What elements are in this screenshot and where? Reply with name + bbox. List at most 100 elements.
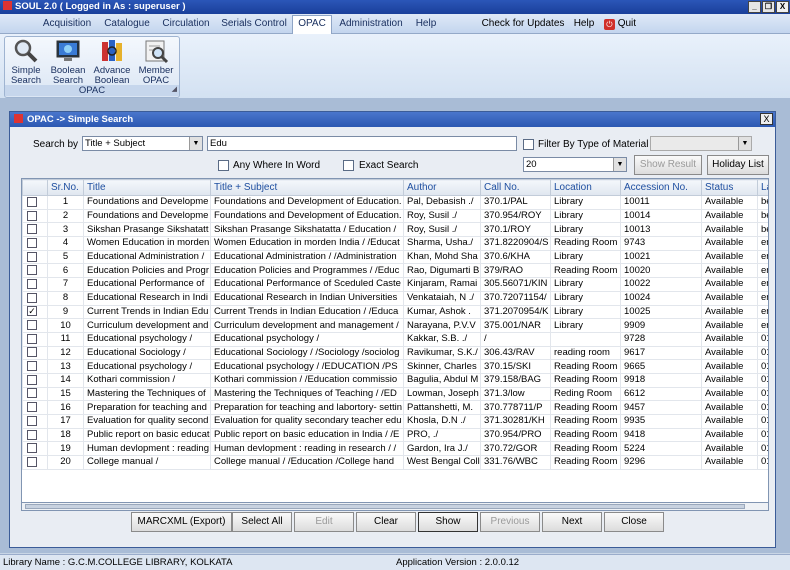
table-row[interactable]: 15 Mastering the Techniques of Mastering t…	[22, 386, 768, 402]
filter-type-checkbox[interactable]	[523, 139, 534, 150]
table-row[interactable]: 8 Educational Research in Indi Educational…	[22, 290, 768, 306]
status-cell: Available	[701, 400, 758, 415]
table-row[interactable]: 3 Sikshan Prasange Sikshatatt Sikshan Pras…	[22, 222, 768, 238]
table-row[interactable]: ✓ 9 Current Trends in Indian Edu Current Tr…	[22, 304, 768, 320]
status-cell: Available	[701, 414, 758, 429]
col-author[interactable]: Author	[403, 179, 481, 196]
any-where-checkbox[interactable]	[218, 160, 229, 171]
material-type-select[interactable]: ▼	[650, 136, 752, 151]
dialog-launcher-icon[interactable]: ◢	[172, 84, 177, 95]
call-no-cell: 370.778711/P	[480, 400, 551, 415]
table-row[interactable]: 16 Preparation for teaching and Preparatio…	[22, 400, 768, 415]
row-checkbox[interactable]	[27, 347, 37, 358]
row-checkbox[interactable]	[27, 224, 37, 235]
help-button[interactable]: Help	[570, 16, 598, 34]
tab-serials-control[interactable]: Serials Control	[218, 16, 290, 34]
next-button[interactable]: Next	[542, 512, 602, 532]
show-button[interactable]: Show	[418, 512, 478, 532]
check-updates-button[interactable]: Check for Updates	[478, 16, 568, 34]
tab-opac[interactable]: OPAC	[292, 15, 332, 35]
row-checkbox[interactable]	[27, 210, 37, 221]
table-row[interactable]: 2 Foundations and Developme Foundations an…	[22, 208, 768, 224]
boolean-search-button[interactable]: Boolean Search	[47, 38, 89, 86]
tab-acquisition[interactable]: Acquisition	[36, 16, 98, 34]
row-checkbox[interactable]	[27, 320, 37, 331]
table-row[interactable]: 7 Educational Performance of Educational P…	[22, 277, 768, 292]
previous-button[interactable]: Previous	[480, 512, 540, 532]
table-row[interactable]: 20 College manual / College manual / /Educ…	[22, 455, 768, 470]
row-select-cell	[22, 290, 48, 306]
member-opac-button[interactable]: Member OPAC	[135, 38, 177, 86]
advance-boolean-button[interactable]: Advance Boolean	[91, 38, 133, 86]
tab-administration[interactable]: Administration	[336, 16, 406, 34]
chevron-down-icon: ▼	[613, 158, 626, 171]
restore-button[interactable]: ❐	[762, 1, 775, 13]
row-checkbox[interactable]	[27, 415, 37, 426]
quit-button[interactable]: ⏻ Quit	[600, 16, 640, 34]
col-status[interactable]: Status	[701, 179, 758, 196]
select-all-button[interactable]: Select All	[232, 512, 292, 532]
table-row[interactable]: 11 Educational psychology / Educational ps…	[22, 331, 768, 347]
monitor-globe-icon	[56, 40, 80, 61]
row-checkbox[interactable]	[27, 374, 37, 385]
table-row[interactable]: 5 Educational Administration / Educational…	[22, 249, 768, 265]
col-select	[22, 179, 48, 196]
tab-catalogue[interactable]: Catalogue	[100, 16, 154, 34]
row-checkbox[interactable]	[27, 429, 37, 440]
status-cell: Available	[701, 386, 758, 402]
clear-button[interactable]: Clear	[356, 512, 416, 532]
table-row[interactable]: 6 Education Policies and Progr Education P…	[22, 263, 768, 279]
row-checkbox[interactable]	[27, 333, 37, 344]
row-checkbox[interactable]	[27, 361, 37, 372]
row-select-cell	[22, 222, 48, 238]
result-count-select[interactable]: 20 ▼	[523, 157, 627, 172]
col-location[interactable]: Location	[550, 179, 621, 196]
col-accession-no[interactable]: Accession No.	[620, 179, 702, 196]
search-text-input[interactable]: Edu	[207, 136, 517, 151]
table-row[interactable]: 18 Public report on basic educat Public re…	[22, 427, 768, 443]
show-result-button[interactable]: Show Result	[634, 155, 702, 175]
table-row[interactable]: 19 Human devlopment : reading Human devlop…	[22, 441, 768, 457]
table-row[interactable]: 10 Curriculum development and Curriculum d…	[22, 318, 768, 333]
table-row[interactable]: 1 Foundations and Developme Foundations an…	[22, 195, 768, 210]
edit-button[interactable]: Edit	[294, 512, 354, 532]
close-search-window-button[interactable]: X	[760, 113, 773, 125]
col-title[interactable]: Title	[83, 179, 211, 196]
row-checkbox[interactable]	[27, 443, 37, 454]
col-sr-no[interactable]: Sr.No.	[47, 179, 84, 196]
row-checkbox[interactable]	[27, 251, 37, 262]
row-checkbox[interactable]	[27, 196, 37, 207]
row-checkbox[interactable]	[27, 278, 37, 289]
row-checkbox[interactable]	[27, 388, 37, 399]
title-subject-cell: Preparation for teaching and labortory- …	[210, 400, 404, 415]
row-checkbox[interactable]	[27, 292, 37, 303]
close-window-button[interactable]: X	[776, 1, 789, 13]
row-checkbox[interactable]	[27, 402, 37, 413]
col-language[interactable]: La	[757, 179, 768, 196]
scrollbar-thumb[interactable]	[25, 504, 745, 509]
row-checkbox[interactable]	[27, 237, 37, 248]
minimize-button[interactable]: _	[748, 1, 761, 13]
horizontal-scrollbar[interactable]	[21, 503, 769, 511]
table-row[interactable]: 14 Kothari commission / Kothari commission…	[22, 372, 768, 388]
table-row[interactable]: 12 Educational Sociology / Educational Soc…	[22, 345, 768, 361]
row-checkbox[interactable]	[27, 265, 37, 276]
tab-circulation[interactable]: Circulation	[158, 16, 214, 34]
table-row[interactable]: 4 Women Education in morden Women Educatio…	[22, 236, 768, 251]
tab-help[interactable]: Help	[410, 16, 442, 34]
title-subject-cell: Educational psychology /	[210, 331, 404, 347]
holiday-list-button[interactable]: Holiday List	[707, 155, 769, 175]
table-row[interactable]: 13 Educational psychology / Educational ps…	[22, 359, 768, 374]
author-cell: PRO, ./	[403, 427, 481, 443]
col-title-subject[interactable]: Title + Subject	[210, 179, 404, 196]
close-button[interactable]: Close	[604, 512, 664, 532]
row-checkbox[interactable]	[27, 456, 37, 467]
table-row[interactable]: 17 Evaluation for quality second Evaluatio…	[22, 414, 768, 429]
simple-search-button[interactable]: Simple Search	[5, 38, 47, 86]
exact-search-checkbox[interactable]	[343, 160, 354, 171]
row-checkbox[interactable]: ✓	[27, 306, 37, 317]
search-by-select[interactable]: Title + Subject ▼	[82, 136, 203, 151]
col-call-no[interactable]: Call No.	[480, 179, 551, 196]
marcxml-export-button[interactable]: MARCXML (Export)	[131, 512, 232, 532]
grid-header-row: Sr.No. Title Title + Subject Author Call…	[22, 179, 768, 196]
